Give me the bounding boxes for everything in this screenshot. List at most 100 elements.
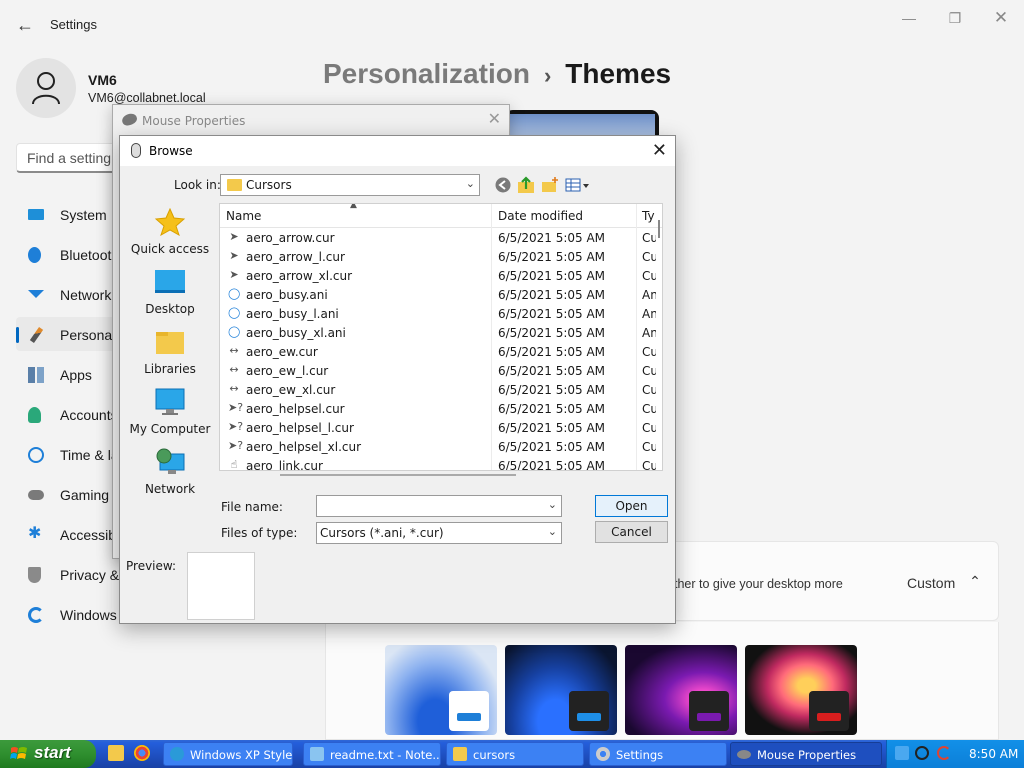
nav-item-apps[interactable]: Apps [16, 357, 126, 391]
file-row[interactable]: ↔ aero_ew_xl.cur 6/5/2021 5:05 AM Cu [220, 380, 656, 399]
file-row[interactable]: ↔ aero_ew.cur 6/5/2021 5:05 AM Cu [220, 342, 656, 361]
file-row[interactable]: ➤ aero_arrow_xl.cur 6/5/2021 5:05 AM Cu [220, 266, 656, 285]
start-label: start [34, 743, 71, 762]
back-arrow-icon[interactable]: ← [14, 14, 36, 36]
theme-thumbnail[interactable] [745, 645, 857, 735]
horizontal-scrollbar[interactable] [280, 474, 516, 476]
task-notepad[interactable]: readme.txt - Note... [303, 742, 441, 766]
scrollbar-thumb[interactable] [658, 220, 660, 238]
task-cursors-folder[interactable]: cursors [446, 742, 584, 766]
nav-label: Windows Update [60, 607, 126, 623]
nav-item-bluetooth[interactable]: Bluetooth & devices [16, 237, 126, 271]
nav-item-accessibility[interactable]: ✱ Accessibility [16, 517, 126, 551]
page-title: Themes [565, 58, 672, 89]
gear-icon [596, 747, 610, 761]
sync-icon[interactable] [937, 746, 951, 760]
file-row[interactable]: ☝ aero_link.cur 6/5/2021 5:05 AM Cu [220, 456, 656, 470]
network-tray-icon[interactable] [895, 746, 909, 760]
place-my-computer[interactable]: My Computer [128, 386, 212, 442]
task-settings[interactable]: Settings [589, 742, 727, 766]
browse-dialog: Browse ✕ Look in: Cursors ⌄ Quick access… [119, 135, 676, 624]
avatar[interactable] [16, 58, 76, 118]
place-network[interactable]: Network [128, 446, 212, 502]
start-button[interactable]: start [0, 740, 96, 768]
file-row[interactable]: ◯ aero_busy_l.ani 6/5/2021 5:05 AM An [220, 304, 656, 323]
file-date: 6/5/2021 5:05 AM [498, 288, 606, 302]
helpsel-cursor-icon: ➤? [228, 439, 244, 452]
task-label: readme.txt - Note... [330, 748, 441, 762]
cancel-button[interactable]: Cancel [595, 521, 668, 543]
new-folder-icon[interactable] [541, 176, 559, 194]
system-icon [28, 209, 44, 220]
file-row[interactable]: ↔ aero_ew_l.cur 6/5/2021 5:05 AM Cu [220, 361, 656, 380]
nav-item-gaming[interactable]: Gaming [16, 477, 126, 511]
theme-thumbnail[interactable] [505, 645, 617, 735]
file-row[interactable]: ➤? aero_helpsel.cur 6/5/2021 5:05 AM Cu [220, 399, 656, 418]
place-desktop[interactable]: Desktop [128, 266, 212, 322]
up-folder-icon[interactable] [517, 176, 535, 194]
cloud-offline-icon[interactable] [915, 746, 929, 760]
nav-item-update[interactable]: Windows Update [16, 597, 126, 631]
file-name: aero_helpsel_l.cur [246, 421, 354, 435]
file-list[interactable]: Name ▲ Date modified Ty ➤ aero_arrow.cur… [219, 203, 663, 471]
back-icon[interactable] [494, 176, 512, 194]
theme-thumbnail[interactable] [625, 645, 737, 735]
look-in-dropdown[interactable]: Cursors ⌄ [220, 174, 480, 196]
nav-item-system[interactable]: System [16, 197, 126, 231]
breadcrumb: Personalization › Themes [323, 58, 671, 90]
file-name-input[interactable]: ⌄ [316, 495, 562, 517]
system-tray: 8:50 AM [886, 740, 1024, 768]
explorer-quicklaunch-icon[interactable] [108, 745, 124, 761]
file-row[interactable]: ➤ aero_arrow_l.cur 6/5/2021 5:05 AM Cu [220, 247, 656, 266]
nav-item-time[interactable]: Time & language [16, 437, 126, 471]
file-row[interactable]: ◯ aero_busy.ani 6/5/2021 5:05 AM An [220, 285, 656, 304]
file-type-select[interactable]: Cursors (*.ani, *.cur) ⌄ [316, 522, 562, 544]
file-type: Cu [642, 459, 656, 471]
close-icon[interactable]: ✕ [488, 109, 501, 129]
open-button[interactable]: Open [595, 495, 668, 517]
nav-item-accounts[interactable]: Accounts [16, 397, 126, 431]
ew-cursor-icon: ↔ [229, 344, 239, 357]
file-name: aero_helpsel.cur [246, 402, 345, 416]
breadcrumb-parent[interactable]: Personalization [323, 58, 530, 89]
view-menu-icon[interactable] [565, 176, 591, 194]
chevron-down-icon[interactable]: ⌄ [548, 498, 557, 511]
file-row[interactable]: ◯ aero_busy_xl.ani 6/5/2021 5:05 AM An [220, 323, 656, 342]
chevron-up-icon[interactable]: ⌃ [966, 573, 984, 591]
nav-item-privacy[interactable]: Privacy & security [16, 557, 126, 591]
column-name[interactable]: Name [226, 209, 261, 223]
maximize-icon[interactable]: ❐ [940, 8, 970, 28]
clock-icon [28, 447, 44, 463]
apps-icon [28, 367, 44, 383]
column-date-modified[interactable]: Date modified [498, 209, 583, 223]
nav-item-personalization[interactable]: Personalization [16, 317, 126, 351]
search-input[interactable]: Find a setting [16, 143, 116, 173]
task-mouse-properties[interactable]: Mouse Properties [730, 742, 882, 766]
close-icon[interactable]: ✕ [986, 8, 1016, 28]
place-quick-access[interactable]: Quick access [128, 206, 212, 262]
file-row[interactable]: ➤ aero_arrow.cur 6/5/2021 5:05 AM Cu [220, 228, 656, 247]
close-icon[interactable]: ✕ [652, 140, 667, 161]
windows-flag-icon [10, 747, 27, 759]
settings-title: Settings [50, 17, 97, 32]
column-type[interactable]: Ty [642, 209, 655, 223]
nav-label: Apps [60, 367, 92, 383]
file-row[interactable]: ➤? aero_helpsel_l.cur 6/5/2021 5:05 AM C… [220, 418, 656, 437]
file-row[interactable]: ➤? aero_helpsel_xl.cur 6/5/2021 5:05 AM … [220, 437, 656, 456]
chevron-down-icon: ⌄ [547, 525, 557, 538]
nav-item-network[interactable]: Network & internet [16, 277, 126, 311]
place-libraries[interactable]: Libraries [128, 326, 212, 382]
minimize-icon[interactable]: — [894, 8, 924, 28]
helpsel-cursor-icon: ➤? [228, 401, 244, 414]
chrome-quicklaunch-icon[interactable] [134, 745, 150, 761]
folder-icon [453, 747, 467, 761]
theme-thumbnail[interactable] [385, 645, 497, 735]
look-in-label: Look in: [174, 178, 221, 192]
theme-mini-window [449, 691, 489, 731]
clock[interactable]: 8:50 AM [969, 747, 1018, 761]
file-type-label: Files of type: [221, 526, 298, 540]
task-windows-xp-style[interactable]: Windows XP Style... [163, 742, 293, 766]
nav-label: Gaming [60, 487, 110, 503]
theme-mini-window [689, 691, 729, 731]
arrow-cursor-icon: ➤ [229, 249, 239, 262]
